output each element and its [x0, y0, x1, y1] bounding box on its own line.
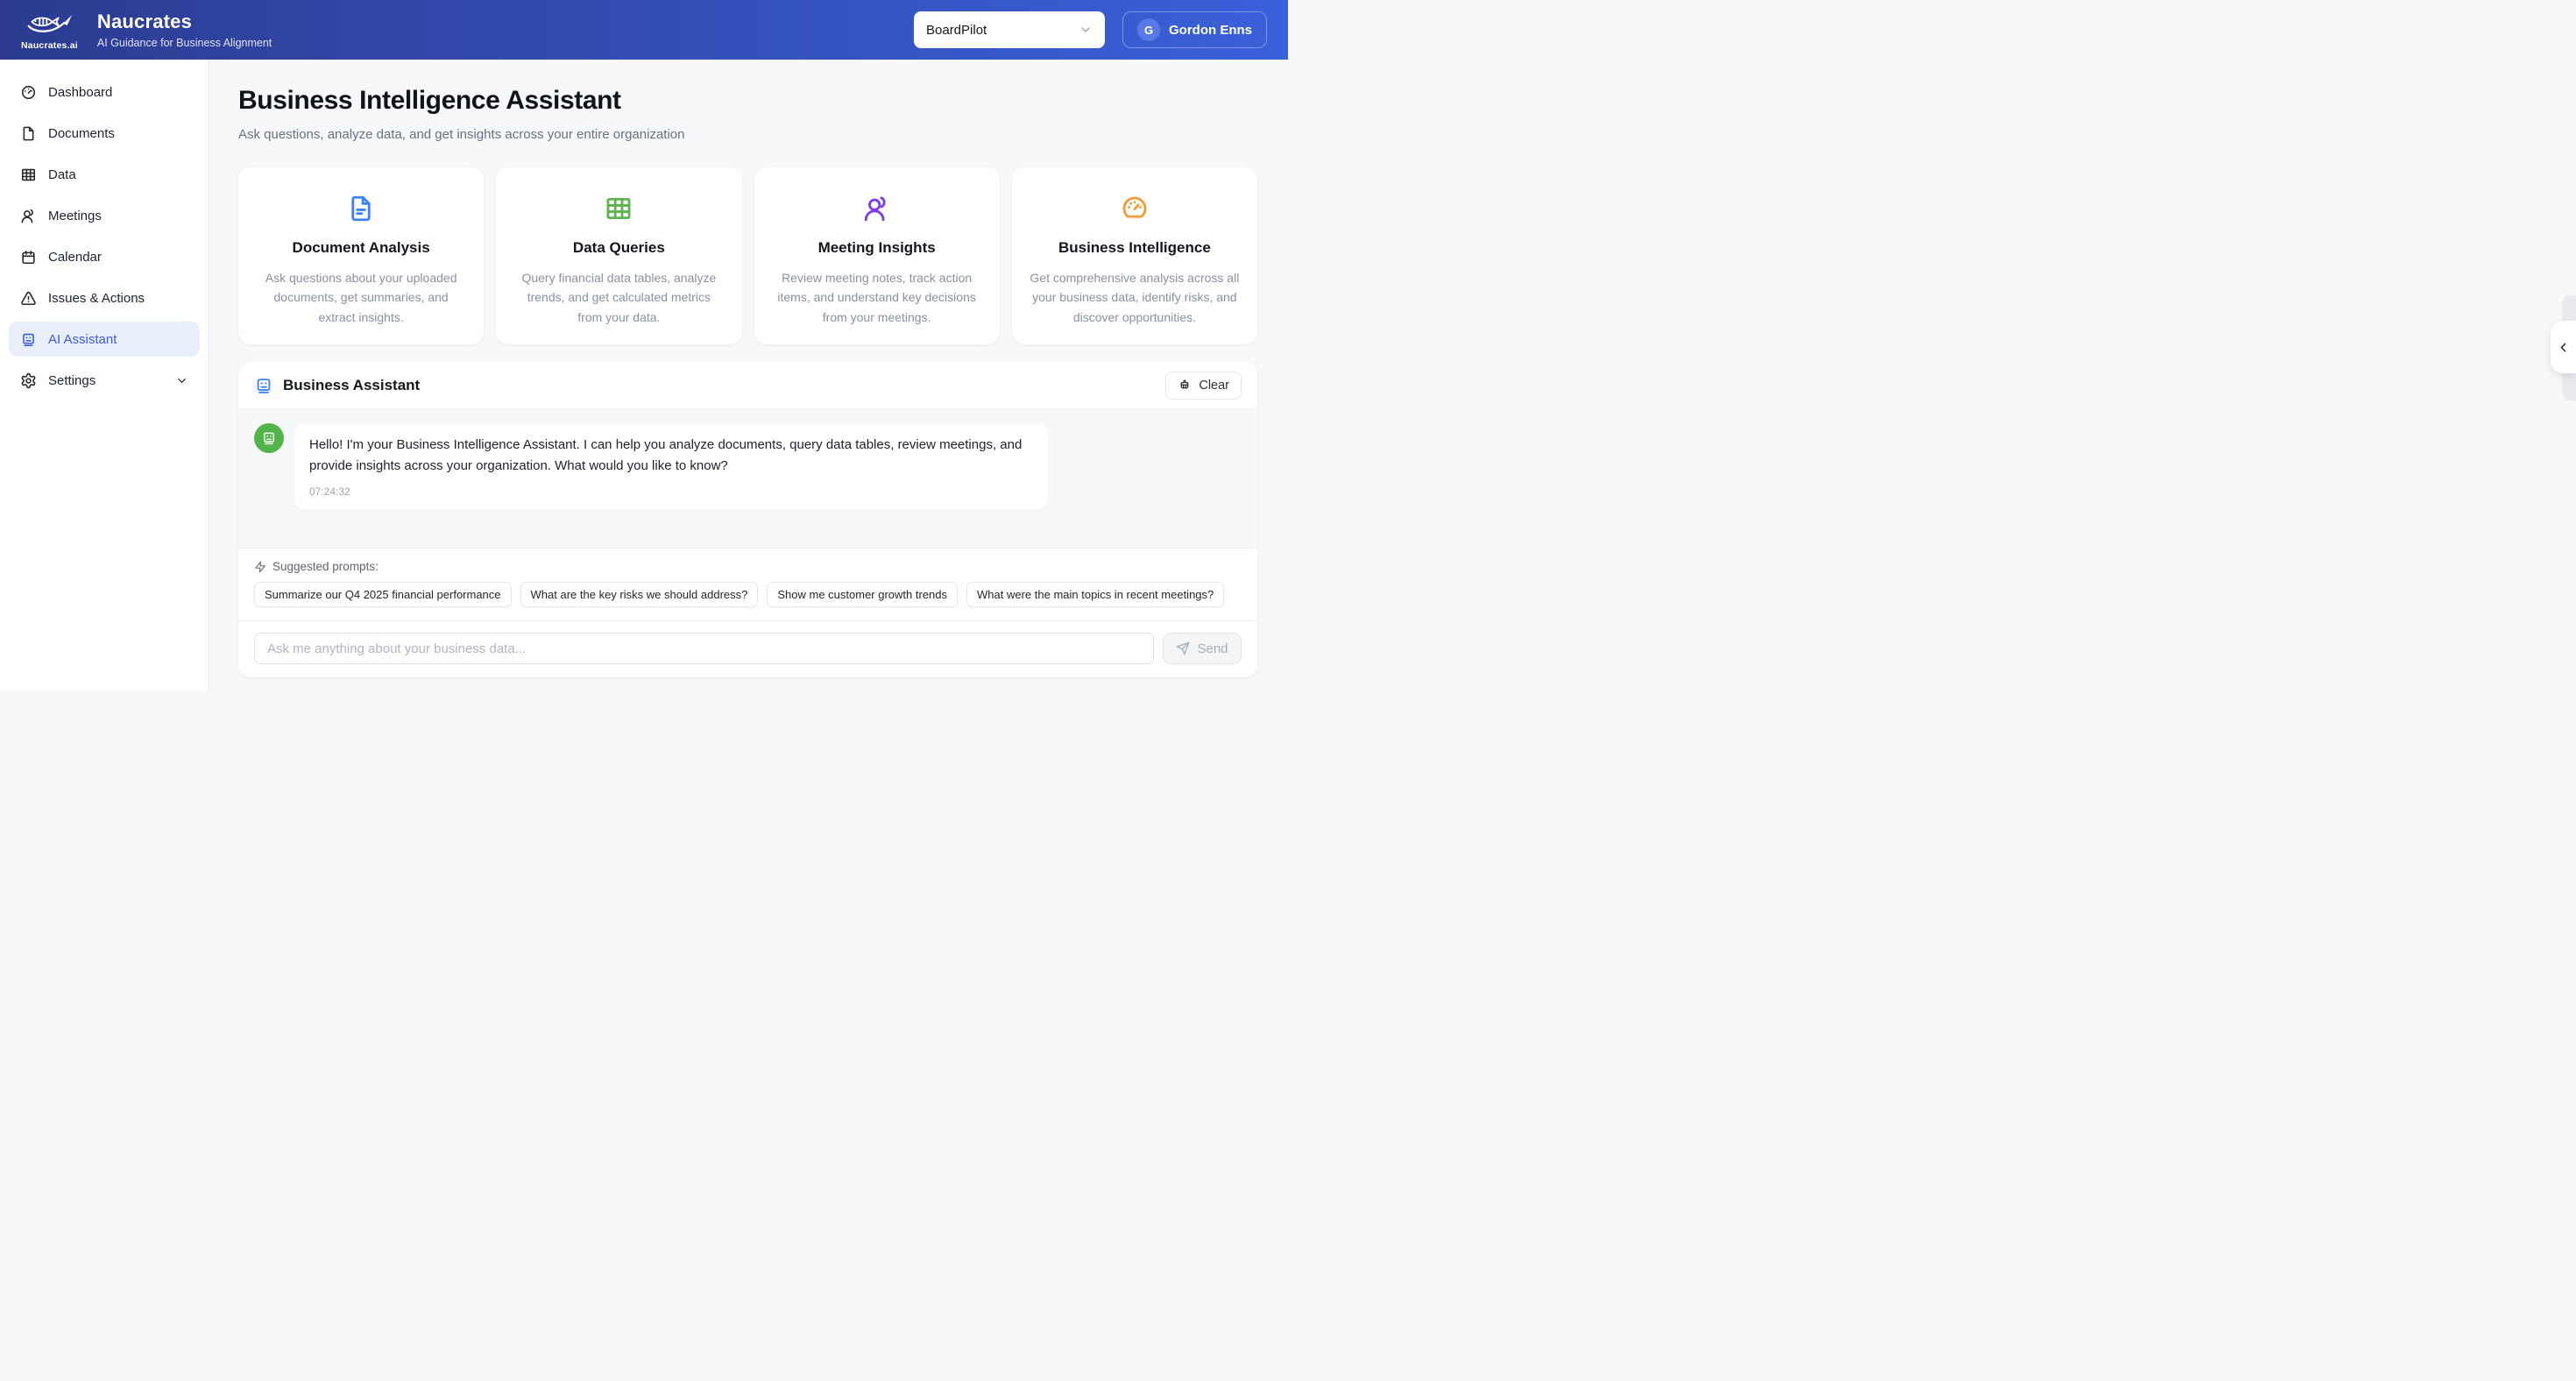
assistant-message-row: Hello! I'm your Business Intelligence As… — [254, 423, 1242, 511]
card-description: Review meeting notes, track action items… — [777, 271, 976, 324]
prompt-pill[interactable]: Summarize our Q4 2025 financial performa… — [254, 582, 512, 608]
sidebar-item-label: Dashboard — [48, 84, 113, 100]
gauge-icon — [20, 84, 37, 101]
sidebar-item-issues-actions[interactable]: Issues & Actions — [9, 280, 200, 315]
sidebar-item-settings[interactable]: Settings — [9, 363, 200, 398]
sidebar-item-label: Data — [48, 166, 76, 182]
sidebar-item-label: AI Assistant — [48, 331, 117, 347]
sidebar-item-label: Calendar — [48, 249, 102, 265]
fish-arrow-logo-icon — [24, 10, 74, 39]
card-description: Query financial data tables, analyze tre… — [521, 271, 717, 324]
logo-caption: Naucrates.ai — [21, 39, 78, 51]
zap-icon — [254, 561, 266, 573]
gauge-icon — [1120, 194, 1150, 223]
page-subtitle: Ask questions, analyze data, and get ins… — [238, 127, 685, 142]
clear-button-label: Clear — [1199, 378, 1229, 393]
suggested-prompts-label: Suggested prompts: — [272, 560, 379, 574]
workspace-select[interactable]: BoardPilot — [914, 11, 1105, 48]
send-icon — [1176, 641, 1190, 655]
users-icon — [20, 208, 37, 224]
suggested-prompts-section: Suggested prompts: Summarize our Q4 2025… — [238, 548, 1257, 621]
business-assistant-panel: Business Assistant Clear Hello! I'm your… — [238, 362, 1257, 678]
sidebar: Dashboard Documents Data Meetings Calend… — [0, 60, 209, 690]
sidebar-item-calendar[interactable]: Calendar — [9, 239, 200, 274]
sidebar-item-label: Meetings — [48, 208, 102, 223]
assistant-message-text: Hello! I'm your Business Intelligence As… — [309, 437, 1023, 474]
table-icon — [20, 166, 37, 183]
prompt-pill[interactable]: What were the main topics in recent meet… — [966, 582, 1225, 608]
send-button[interactable]: Send — [1163, 633, 1242, 665]
feature-cards: Document Analysis Ask questions about yo… — [238, 167, 1257, 345]
calendar-icon — [20, 249, 37, 266]
sidebar-item-ai-assistant[interactable]: AI Assistant — [9, 322, 200, 357]
card-title: Business Intelligence — [1058, 239, 1211, 256]
prompt-pill[interactable]: Show me customer growth trends — [767, 582, 959, 608]
collapse-panel-tab[interactable] — [2551, 321, 2576, 373]
card-business-intelligence[interactable]: Business Intelligence Get comprehensive … — [1011, 167, 1257, 345]
assistant-message-bubble: Hello! I'm your Business Intelligence As… — [294, 423, 1048, 511]
card-title: Data Queries — [572, 239, 665, 256]
card-document-analysis[interactable]: Document Analysis Ask questions about yo… — [238, 167, 485, 345]
sidebar-item-label: Documents — [48, 125, 115, 141]
table-icon — [604, 194, 633, 223]
sidebar-item-dashboard[interactable]: Dashboard — [9, 74, 200, 110]
sidebar-item-label: Settings — [48, 372, 96, 388]
card-data-queries[interactable]: Data Queries Query financial data tables… — [496, 167, 742, 345]
chat-input-row: Send — [238, 620, 1257, 678]
file-text-icon — [346, 194, 376, 223]
app-tagline: AI Guidance for Business Alignment — [96, 37, 272, 49]
workspace-select-value: BoardPilot — [926, 22, 987, 38]
card-title: Meeting Insights — [817, 239, 936, 256]
card-title: Document Analysis — [292, 239, 430, 256]
clear-button[interactable]: Clear — [1165, 371, 1242, 400]
panel-title: Business Assistant — [283, 376, 421, 393]
user-menu-button[interactable]: G Gordon Enns — [1122, 11, 1267, 48]
file-icon — [20, 125, 37, 142]
chat-input[interactable] — [254, 633, 1154, 665]
brush-icon — [1178, 379, 1192, 393]
assistant-avatar-bot-icon — [254, 423, 284, 454]
alert-triangle-icon — [20, 290, 37, 307]
sidebar-item-label: Issues & Actions — [48, 290, 145, 306]
chevron-down-icon — [175, 374, 188, 387]
main-content: Business Intelligence Assistant Ask ques… — [209, 60, 1288, 690]
card-meeting-insights[interactable]: Meeting Insights Review meeting notes, t… — [754, 167, 1000, 345]
page-title: Business Intelligence Assistant — [238, 86, 621, 115]
sidebar-item-data[interactable]: Data — [9, 157, 200, 192]
prompt-pill[interactable]: What are the key risks we should address… — [520, 582, 759, 608]
sidebar-item-meetings[interactable]: Meetings — [9, 198, 200, 233]
chevron-left-icon — [2556, 340, 2571, 355]
users-icon — [862, 194, 892, 223]
assistant-message-timestamp: 07:24:32 — [309, 485, 350, 499]
user-name: Gordon Enns — [1169, 22, 1252, 38]
bot-icon — [254, 376, 273, 395]
send-button-label: Send — [1197, 641, 1228, 656]
card-description: Get comprehensive analysis across all yo… — [1030, 271, 1240, 324]
panel-header: Business Assistant Clear — [238, 362, 1257, 410]
chevron-down-icon — [1079, 23, 1093, 37]
gear-icon — [20, 372, 37, 389]
chat-messages-area: Hello! I'm your Business Intelligence As… — [238, 409, 1257, 549]
app-header: Naucrates.ai Naucrates AI Guidance for B… — [0, 0, 1288, 60]
user-avatar: G — [1137, 18, 1160, 41]
app-logo: Naucrates.ai — [21, 10, 78, 51]
sidebar-item-documents[interactable]: Documents — [9, 116, 200, 151]
card-description: Ask questions about your uploaded docume… — [265, 271, 457, 324]
bot-icon — [20, 331, 37, 348]
app-name: Naucrates — [96, 11, 193, 32]
